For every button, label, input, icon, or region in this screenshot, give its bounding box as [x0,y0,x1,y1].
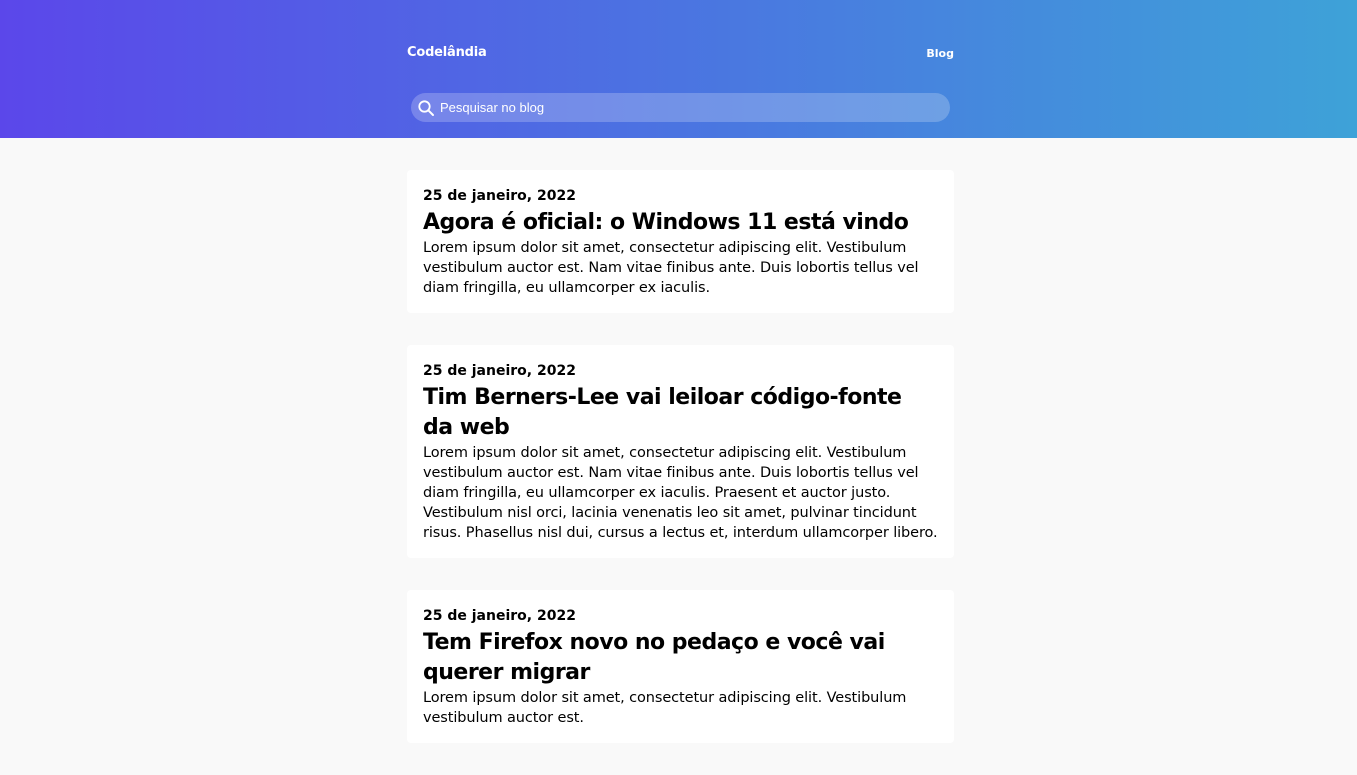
post-excerpt: Lorem ipsum dolor sit amet, consectetur … [423,690,907,726]
post-date: 25 de janeiro, 2022 [423,363,576,379]
search-input[interactable] [440,93,950,122]
search-bar[interactable] [411,93,950,122]
post-date: 25 de janeiro, 2022 [423,608,576,624]
search-icon [417,99,435,117]
post-card[interactable]: 25 de janeiro, 2022 Tim Berners-Lee vai … [407,345,954,558]
post-title[interactable]: Tim Berners-Lee vai leiloar código-fonte… [423,383,938,443]
nav-link-blog[interactable]: Blog [926,47,954,60]
post-card[interactable]: 25 de janeiro, 2022 Agora é oficial: o W… [407,170,954,313]
site-logo[interactable]: Codelândia [407,45,487,60]
post-excerpt: Lorem ipsum dolor sit amet, consectetur … [423,240,919,296]
post-card[interactable]: 25 de janeiro, 2022 Tem Firefox novo no … [407,590,954,743]
post-list: 25 de janeiro, 2022 Agora é oficial: o W… [407,170,954,775]
page-header: Codelândia Blog [0,0,1357,138]
post-title[interactable]: Tem Firefox novo no pedaço e você vai qu… [423,628,938,688]
header-container: Codelândia Blog [407,0,954,138]
post-excerpt: Lorem ipsum dolor sit amet, consectetur … [423,445,938,541]
post-date: 25 de janeiro, 2022 [423,188,576,204]
post-title[interactable]: Agora é oficial: o Windows 11 está vindo [423,208,938,238]
